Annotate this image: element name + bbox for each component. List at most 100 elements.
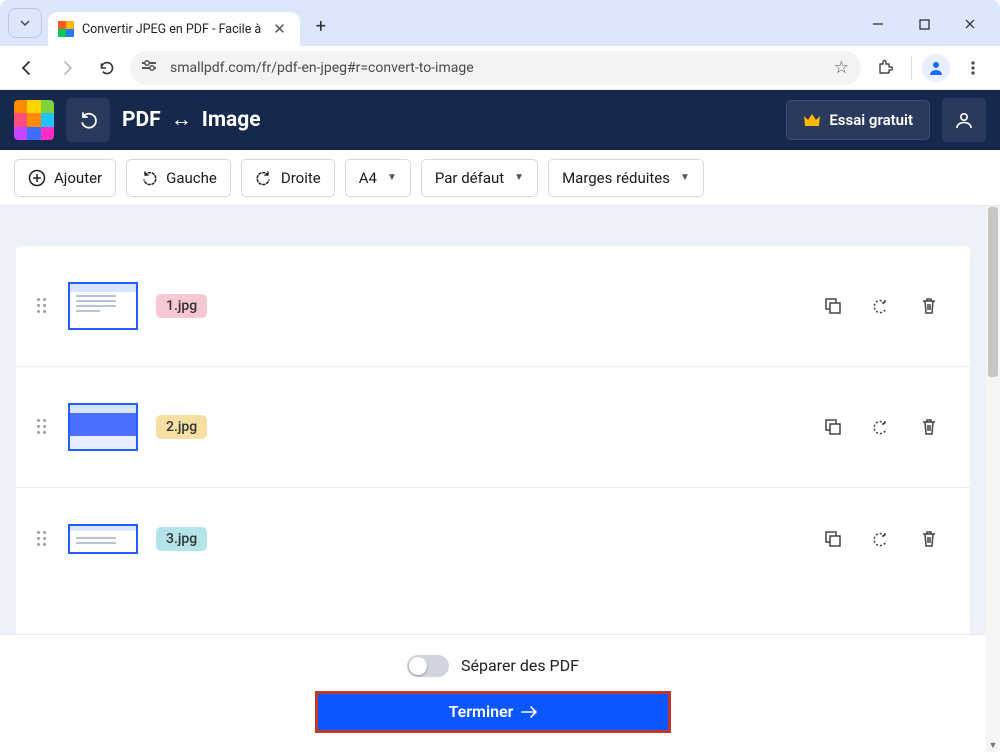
split-label: Séparer des PDF: [461, 656, 579, 675]
app-logo[interactable]: [14, 100, 54, 140]
copy-icon: [823, 529, 843, 549]
rotate-button[interactable]: [870, 416, 892, 438]
window-controls: [856, 9, 992, 39]
file-row: 1.jpg: [16, 246, 970, 366]
rotate-icon: [871, 296, 891, 316]
rotate-right-label: Droite: [281, 169, 321, 187]
add-button[interactable]: Ajouter: [14, 159, 116, 197]
menu-button[interactable]: [956, 51, 990, 85]
split-toggle-row: Séparer des PDF: [407, 655, 579, 677]
chevron-down-icon: [19, 17, 31, 29]
rotate-right-button[interactable]: Droite: [241, 159, 335, 197]
scrollbar-thumb[interactable]: [988, 207, 998, 377]
reload-button[interactable]: [90, 51, 124, 85]
rotate-icon: [871, 417, 891, 437]
extensions-button[interactable]: [867, 51, 901, 85]
rotate-button[interactable]: [870, 528, 892, 550]
site-settings-icon[interactable]: [142, 60, 160, 76]
trial-button[interactable]: Essai gratuit: [786, 100, 930, 140]
orientation-label: Par défaut: [435, 169, 504, 187]
copy-icon: [823, 417, 843, 437]
minimize-button[interactable]: [856, 9, 900, 39]
crown-icon: [803, 113, 821, 127]
content-area: 1.jpg 2.jpg: [0, 206, 1000, 752]
duplicate-button[interactable]: [822, 416, 844, 438]
app-back-button[interactable]: [66, 98, 110, 142]
orientation-select[interactable]: Par défaut ▼: [421, 159, 538, 197]
page-size-select[interactable]: A4 ▼: [345, 159, 411, 197]
margins-select[interactable]: Marges réduites ▼: [548, 159, 704, 197]
drag-handle[interactable]: [34, 531, 50, 547]
split-toggle[interactable]: [407, 655, 449, 677]
rotate-left-label: Gauche: [166, 169, 217, 187]
finish-button[interactable]: Terminer: [315, 691, 671, 733]
arrow-right-icon: [521, 706, 537, 718]
tab-close-button[interactable]: ✕: [269, 20, 290, 38]
url-input[interactable]: smallpdf.com/fr/pdf-en-jpeg#r=convert-to…: [130, 51, 861, 85]
undo-icon: [77, 109, 99, 131]
plus-circle-icon: [28, 169, 46, 187]
chevron-down-icon: ▼: [514, 172, 524, 183]
user-button[interactable]: [942, 98, 986, 142]
rotate-icon: [871, 529, 891, 549]
drag-handle[interactable]: [34, 298, 50, 314]
copy-icon: [823, 296, 843, 316]
size-label: A4: [359, 169, 377, 187]
drag-handle[interactable]: [34, 419, 50, 435]
close-window-button[interactable]: [948, 9, 992, 39]
file-actions: [822, 295, 940, 317]
file-name-badge: 3.jpg: [156, 527, 207, 551]
delete-button[interactable]: [918, 295, 940, 317]
delete-button[interactable]: [918, 528, 940, 550]
margins-label: Marges réduites: [562, 169, 670, 187]
file-thumbnail[interactable]: [68, 403, 138, 451]
title-left: PDF: [122, 108, 161, 132]
finish-label: Terminer: [449, 702, 514, 721]
trash-icon: [919, 417, 939, 437]
chevron-down-icon: ▼: [680, 172, 690, 183]
title-right: Image: [202, 108, 261, 132]
new-tab-button[interactable]: +: [306, 11, 336, 41]
rotate-left-button[interactable]: Gauche: [126, 159, 231, 197]
favicon-icon: [58, 21, 74, 37]
scroll-down-icon[interactable]: ▼: [986, 738, 1000, 752]
tab-search-button[interactable]: [8, 8, 42, 38]
profile-button[interactable]: [922, 54, 950, 82]
maximize-button[interactable]: [902, 9, 946, 39]
file-thumbnail[interactable]: [68, 524, 138, 554]
user-icon: [954, 110, 974, 130]
tab-title: Convertir JPEG en PDF - Facile à: [82, 22, 261, 37]
trash-icon: [919, 296, 939, 316]
file-row: 3.jpg: [16, 488, 970, 654]
file-name-badge: 1.jpg: [156, 294, 207, 318]
duplicate-button[interactable]: [822, 295, 844, 317]
add-label: Ajouter: [54, 169, 102, 187]
swap-icon: ↔: [171, 108, 192, 132]
rotate-left-icon: [140, 169, 158, 187]
app-title: PDF ↔ Image: [122, 108, 261, 132]
trash-icon: [919, 529, 939, 549]
divider: [911, 56, 912, 80]
url-text: smallpdf.com/fr/pdf-en-jpeg#r=convert-to…: [170, 60, 824, 76]
duplicate-button[interactable]: [822, 528, 844, 550]
trial-label: Essai gratuit: [829, 111, 913, 129]
delete-button[interactable]: [918, 416, 940, 438]
forward-button[interactable]: [50, 51, 84, 85]
scrollbar[interactable]: ▲ ▼: [986, 206, 1000, 752]
toolbar: Ajouter Gauche Droite A4 ▼ Par défaut ▼ …: [0, 150, 1000, 206]
chevron-down-icon: ▼: [387, 172, 397, 183]
file-name-badge: 2.jpg: [156, 415, 207, 439]
footer: Séparer des PDF Terminer: [0, 634, 986, 752]
rotate-button[interactable]: [870, 295, 892, 317]
address-bar: smallpdf.com/fr/pdf-en-jpeg#r=convert-to…: [0, 46, 1000, 90]
file-row: 2.jpg: [16, 367, 970, 487]
rotate-right-icon: [255, 169, 273, 187]
bookmark-icon[interactable]: ☆: [834, 58, 849, 78]
back-button[interactable]: [10, 51, 44, 85]
file-actions: [822, 528, 940, 550]
app-header: PDF ↔ Image Essai gratuit: [0, 90, 1000, 150]
browser-tab-strip: Convertir JPEG en PDF - Facile à ✕ +: [0, 0, 1000, 46]
file-actions: [822, 416, 940, 438]
browser-tab[interactable]: Convertir JPEG en PDF - Facile à ✕: [48, 12, 300, 46]
file-thumbnail[interactable]: [68, 282, 138, 330]
